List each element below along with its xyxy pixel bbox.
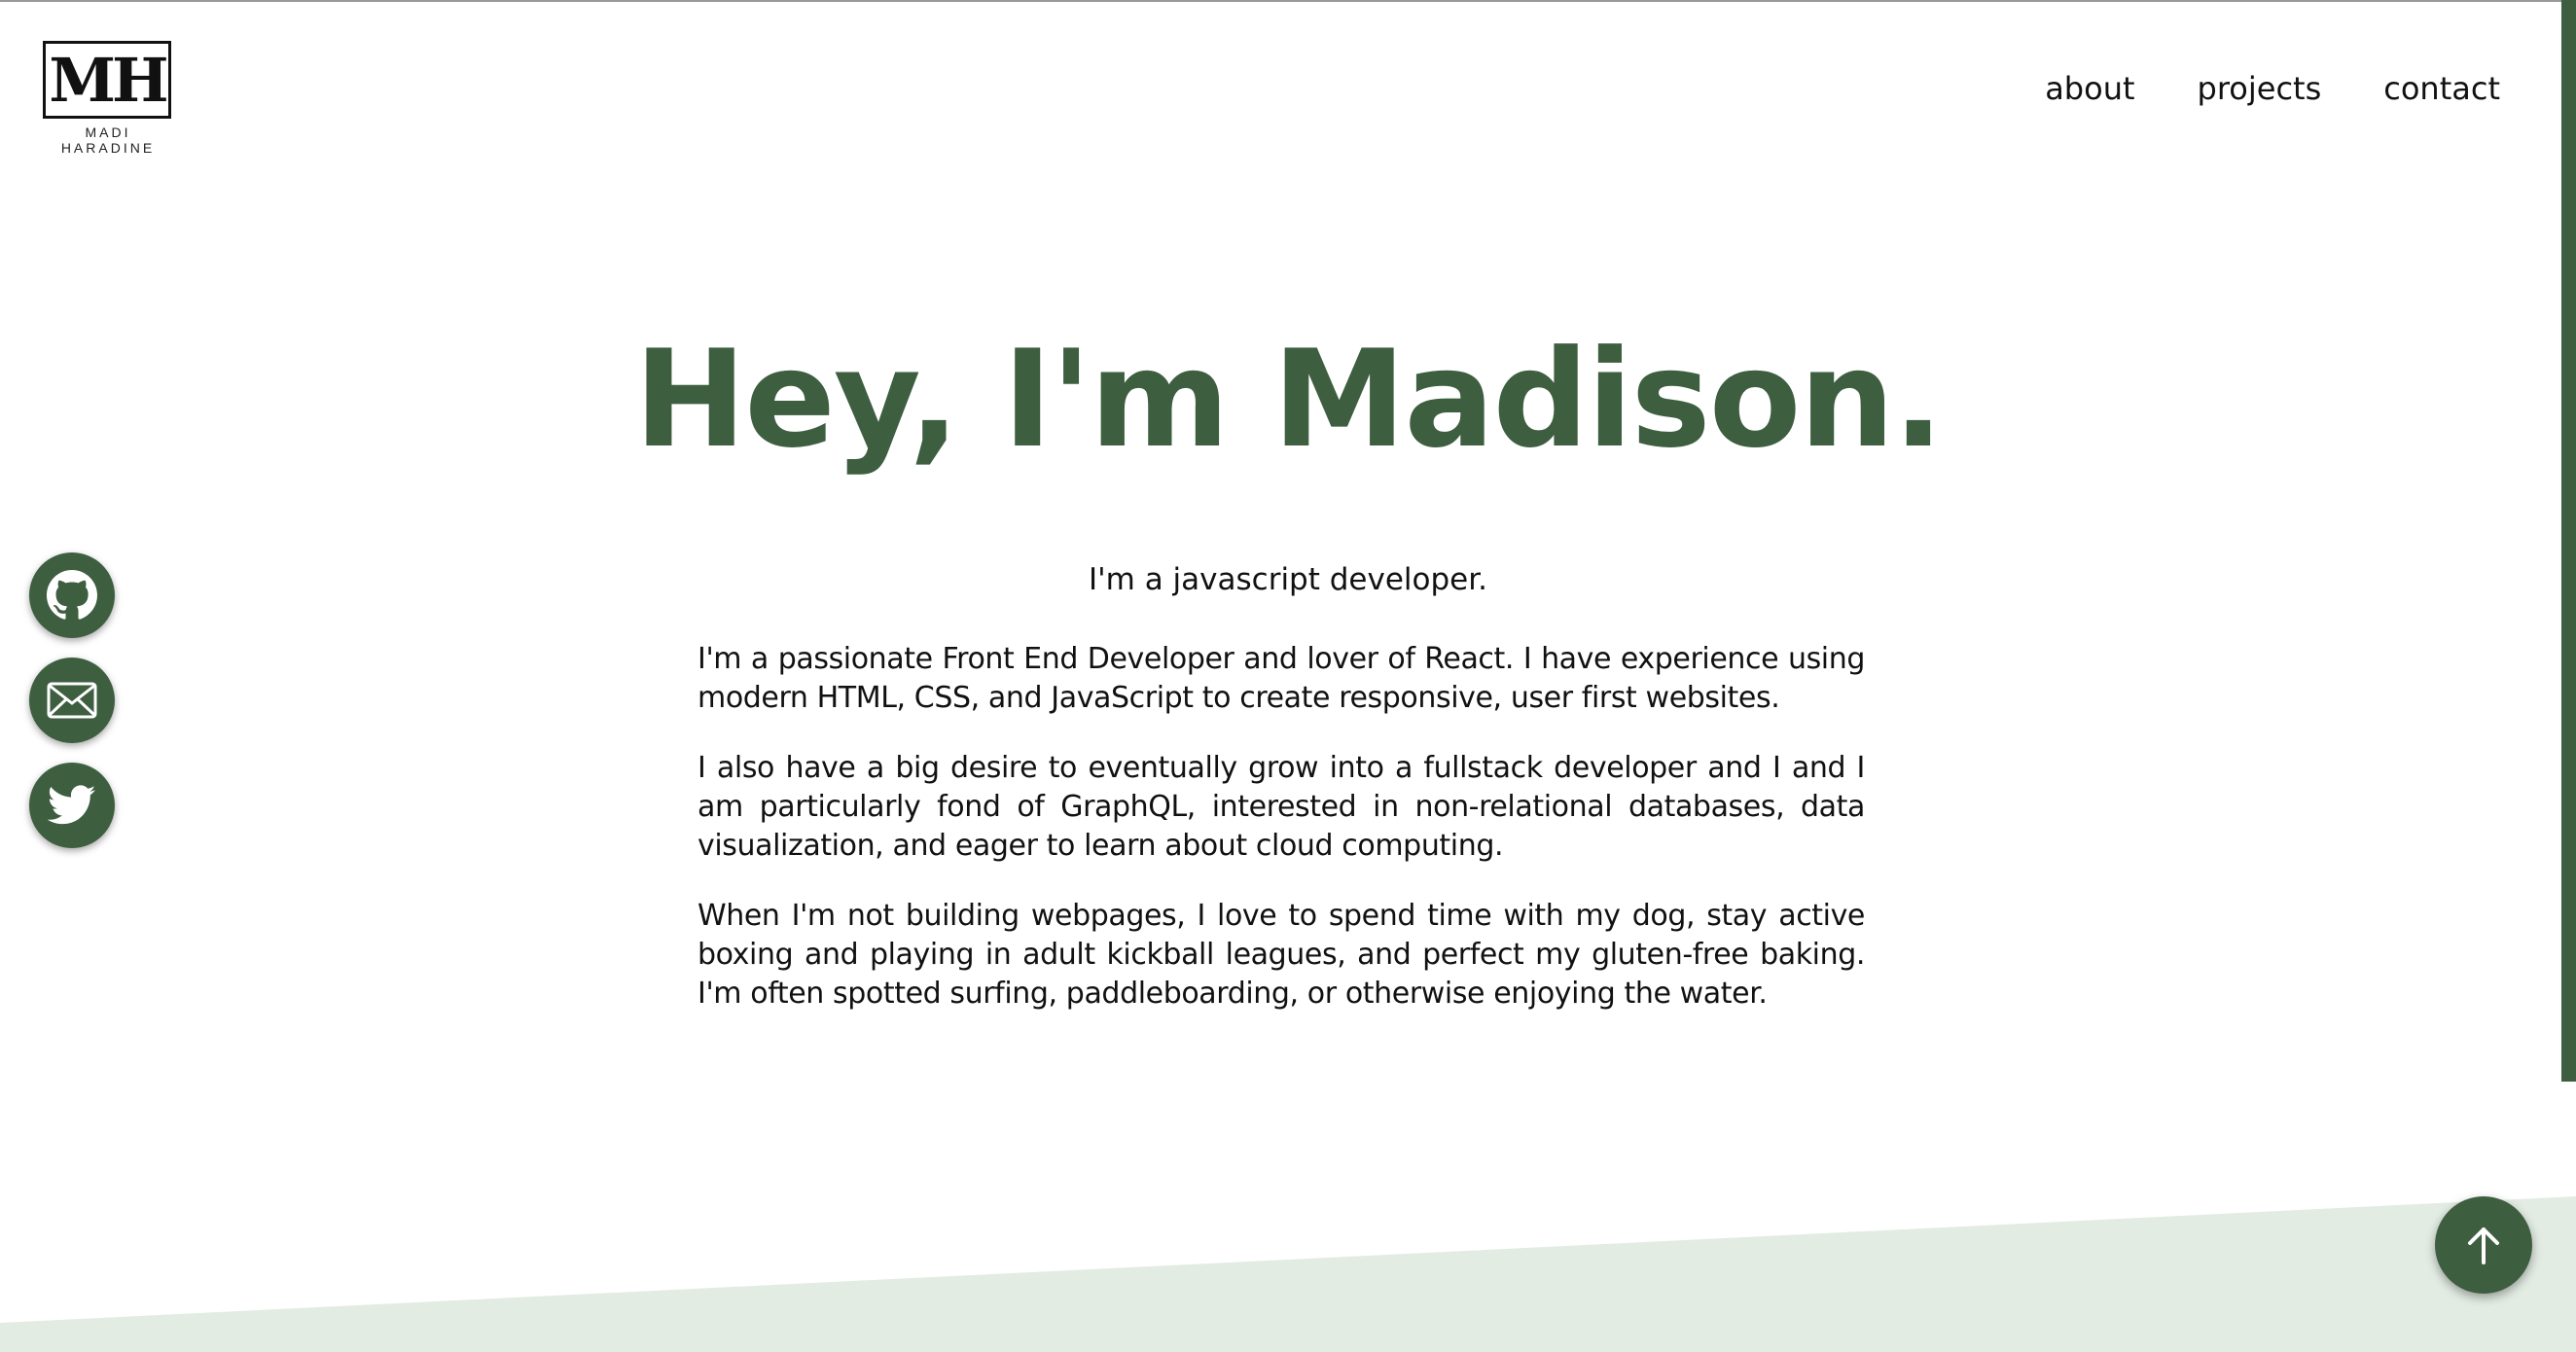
nav-about-link[interactable]: about (2045, 70, 2134, 107)
page: MH MADI HARADINE about projects contact … (0, 0, 2576, 1352)
bio: I'm a passionate Front End Developer and… (698, 640, 1865, 1045)
top-border (0, 0, 2576, 2)
github-button[interactable] (29, 552, 115, 638)
logo-name: MADI HARADINE (60, 125, 156, 156)
twitter-icon (48, 785, 96, 825)
mail-icon (47, 682, 97, 719)
social-links (29, 552, 115, 848)
email-button[interactable] (29, 658, 115, 743)
footer-band (0, 1196, 2576, 1352)
main-nav: about projects contact (2045, 70, 2500, 107)
arrow-up-icon (2468, 1227, 2499, 1264)
twitter-button[interactable] (29, 763, 115, 848)
bio-paragraph: I also have a big desire to eventually g… (698, 751, 1865, 863)
github-icon (47, 570, 97, 620)
logo[interactable]: MH MADI HARADINE (43, 41, 173, 156)
bio-paragraph: When I'm not building webpages, I love t… (698, 899, 1865, 1011)
hero-title: Hey, I'm Madison. (633, 321, 1944, 478)
scrollbar-accent (2561, 0, 2576, 1082)
hero-subtitle: I'm a javascript developer. (1088, 562, 1487, 597)
logo-monogram: MH (43, 41, 171, 119)
nav-projects-link[interactable]: projects (2198, 70, 2322, 107)
nav-contact-link[interactable]: contact (2383, 70, 2500, 107)
back-to-top-button[interactable] (2435, 1196, 2532, 1294)
bio-paragraph: I'm a passionate Front End Developer and… (698, 642, 1865, 715)
